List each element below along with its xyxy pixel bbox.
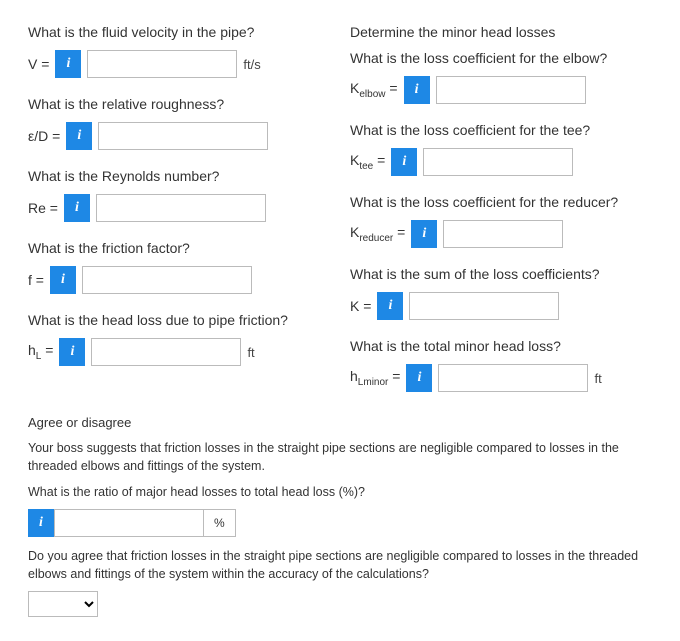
input-ksum[interactable]	[409, 292, 559, 320]
info-icon[interactable]: i	[55, 50, 81, 78]
para-boss: Your boss suggests that friction losses …	[28, 439, 652, 475]
question-reducer: What is the loss coefficient for the red…	[350, 194, 652, 210]
info-icon[interactable]: i	[59, 338, 85, 366]
question-headloss: What is the head loss due to pipe fricti…	[28, 312, 330, 328]
input-roughness[interactable]	[98, 122, 268, 150]
info-icon[interactable]: i	[64, 194, 90, 222]
label-kelbow: Kelbow =	[350, 80, 398, 100]
info-icon[interactable]: i	[391, 148, 417, 176]
heading-agree: Agree or disagree	[28, 414, 652, 433]
label-ktee: Ktee =	[350, 152, 385, 172]
question-total-minor: What is the total minor head loss?	[350, 338, 652, 354]
question-friction: What is the friction factor?	[28, 240, 330, 256]
question-tee: What is the loss coefficient for the tee…	[350, 122, 652, 138]
info-icon[interactable]: i	[406, 364, 432, 392]
input-friction[interactable]	[82, 266, 252, 294]
select-agree[interactable]	[28, 591, 98, 617]
label-ed: ε/D =	[28, 128, 60, 144]
unit-percent: %	[204, 509, 236, 537]
input-hlminor[interactable]	[438, 364, 588, 392]
label-re: Re =	[28, 200, 58, 216]
question-sum: What is the sum of the loss coefficients…	[350, 266, 652, 282]
label-f: f =	[28, 272, 44, 288]
label-hlminor: hLminor =	[350, 368, 400, 388]
input-kelbow[interactable]	[436, 76, 586, 104]
info-icon[interactable]: i	[411, 220, 437, 248]
info-icon[interactable]: i	[50, 266, 76, 294]
unit-hlminor: ft	[594, 371, 601, 386]
info-icon[interactable]: i	[404, 76, 430, 104]
info-icon[interactable]: i	[377, 292, 403, 320]
question-reynolds: What is the Reynolds number?	[28, 168, 330, 184]
input-kreducer[interactable]	[443, 220, 563, 248]
label-hl: hL =	[28, 342, 53, 362]
input-reynolds[interactable]	[96, 194, 266, 222]
question-ratio: What is the ratio of major head losses t…	[28, 483, 652, 501]
info-icon[interactable]: i	[28, 509, 54, 537]
heading-minor: Determine the minor head losses	[350, 24, 652, 40]
input-ratio[interactable]	[54, 509, 204, 537]
unit-headloss: ft	[247, 345, 254, 360]
label-v: V =	[28, 56, 49, 72]
unit-velocity: ft/s	[243, 57, 260, 72]
input-headloss[interactable]	[91, 338, 241, 366]
label-ksum: K =	[350, 298, 371, 314]
para-agree-question: Do you agree that friction losses in the…	[28, 547, 652, 583]
question-roughness: What is the relative roughness?	[28, 96, 330, 112]
question-velocity: What is the fluid velocity in the pipe?	[28, 24, 330, 40]
input-ktee[interactable]	[423, 148, 573, 176]
question-elbow: What is the loss coefficient for the elb…	[350, 50, 652, 66]
label-kreducer: Kreducer =	[350, 224, 405, 244]
input-velocity[interactable]	[87, 50, 237, 78]
info-icon[interactable]: i	[66, 122, 92, 150]
